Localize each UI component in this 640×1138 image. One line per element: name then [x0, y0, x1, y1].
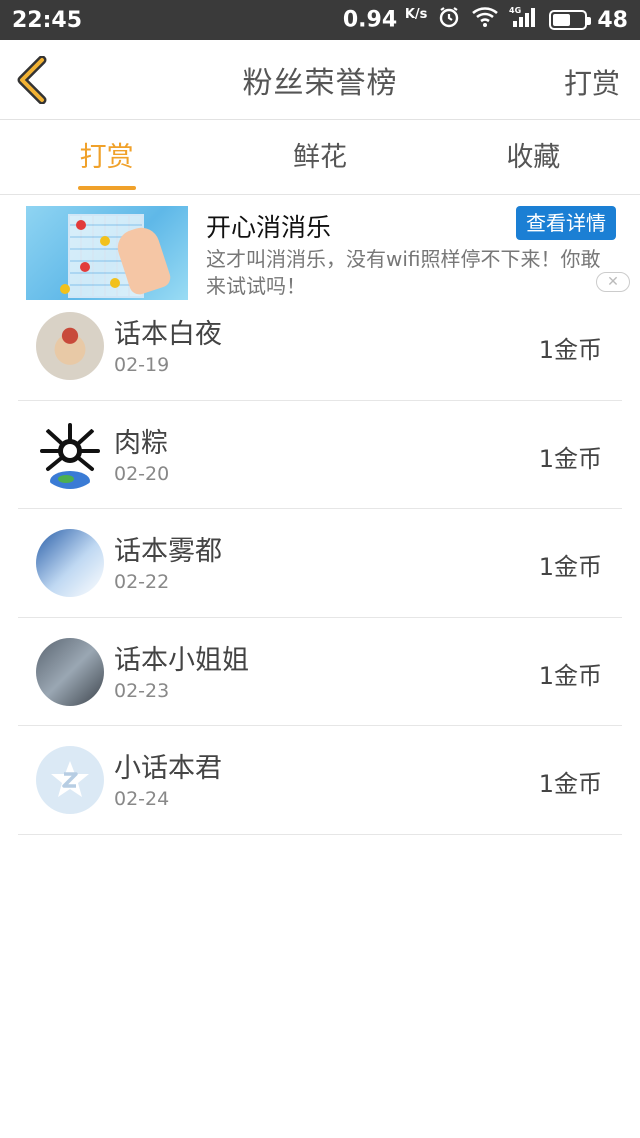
- close-icon[interactable]: ✕: [596, 272, 630, 292]
- page-title: 粉丝荣誉榜: [242, 65, 398, 101]
- app-header: 粉丝荣誉榜 打赏: [0, 40, 640, 120]
- list-item[interactable]: 肉粽 02-20 1金币: [18, 401, 622, 509]
- back-button[interactable]: [14, 55, 54, 105]
- ad-gem: [80, 262, 90, 272]
- network-speed-value: 0.94: [342, 7, 398, 33]
- user-name: 小话本君: [114, 753, 222, 784]
- wifi-icon: [471, 5, 499, 35]
- ad-title: 开心消消乐: [206, 213, 332, 242]
- reward-amount: 1金币: [538, 336, 602, 364]
- tab-reward[interactable]: 打赏: [0, 121, 213, 194]
- battery-icon: [549, 10, 592, 30]
- reward-date: 02-20: [114, 462, 170, 485]
- user-name: 话本小姐姐: [114, 644, 249, 676]
- chevron-left-icon: [17, 55, 47, 105]
- avatar: [36, 420, 104, 489]
- status-bar: 22:45 0.94 K/s 4G 48: [0, 0, 640, 40]
- list-item[interactable]: 话本小姐姐 02-23 1金币: [18, 618, 622, 726]
- reward-date: 02-23: [114, 679, 170, 702]
- signal-4g-icon: 4G: [509, 5, 539, 35]
- ad-image: [26, 206, 188, 300]
- reward-date: 02-19: [114, 354, 170, 376]
- reward-amount: 1金币: [538, 553, 602, 581]
- reward-date: 02-24: [114, 788, 170, 810]
- svg-text:4G: 4G: [509, 6, 521, 15]
- reward-date: 02-22: [114, 571, 170, 593]
- network-speed-unit: K/s: [404, 7, 428, 23]
- list-item[interactable]: 话本雾都 02-22 1金币: [18, 509, 622, 618]
- status-right: 0.94 K/s 4G 48: [343, 5, 628, 35]
- ad-gem: [110, 278, 120, 288]
- network-speed: 0.94 K/s: [343, 7, 428, 32]
- reward-amount: 1金币: [538, 661, 602, 690]
- battery-fill: [553, 14, 570, 26]
- avatar: [36, 529, 104, 597]
- avatar: [36, 312, 104, 380]
- tab-favorites[interactable]: 收藏: [427, 121, 640, 194]
- reward-list: 话本白夜 02-19 1金币 肉粽 02-20 1金币 话本雾都 02-22 1…: [18, 292, 622, 835]
- list-item[interactable]: 小话本君 02-24 1金币: [18, 726, 622, 835]
- ad-gem: [76, 220, 86, 230]
- default-avatar-icon: [51, 761, 89, 797]
- user-name: 话本白夜: [114, 319, 222, 350]
- reward-amount: 1金币: [538, 444, 602, 473]
- ad-gem: [100, 236, 110, 246]
- alarm-icon: [437, 5, 461, 35]
- reward-amount: 1金币: [538, 770, 602, 798]
- user-name: 话本雾都: [114, 536, 222, 567]
- ad-banner[interactable]: 开心消消乐 查看详情 这才叫消消乐，没有wifi照样停不下来！你敢来试试吗！ ✕: [0, 196, 640, 306]
- tab-flowers[interactable]: 鲜花: [213, 121, 426, 194]
- user-name: 肉粽: [114, 427, 168, 459]
- avatar: [36, 637, 104, 706]
- tab-bar: 打赏 鲜花 收藏: [0, 121, 640, 195]
- battery-percent: 48: [597, 7, 628, 33]
- reward-button[interactable]: 打赏: [564, 62, 620, 102]
- status-time: 22:45: [12, 7, 83, 33]
- avatar: [36, 746, 104, 814]
- list-item[interactable]: 话本白夜 02-19 1金币: [18, 292, 622, 401]
- ad-details-button[interactable]: 查看详情: [516, 206, 616, 240]
